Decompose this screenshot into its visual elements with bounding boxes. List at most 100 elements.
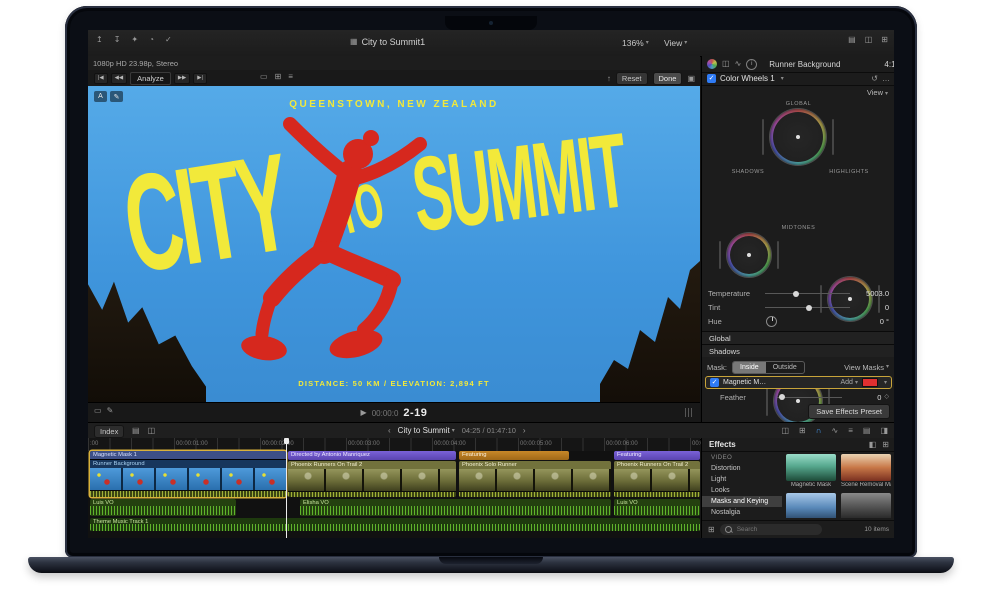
global-color-wheel[interactable] xyxy=(770,109,826,165)
wheel-control-point[interactable] xyxy=(747,253,751,257)
effect-row[interactable]: ✓ Color Wheels 1 ▾ ↺ … xyxy=(702,72,894,86)
tint-value[interactable]: 0 xyxy=(855,303,889,312)
project-selector[interactable]: City to Summit▾ xyxy=(398,426,455,435)
effect-item-4[interactable] xyxy=(841,493,891,518)
keying-icon[interactable]: ✦ xyxy=(131,36,138,44)
save-effects-preset-button[interactable]: Save Effects Preset xyxy=(808,404,890,419)
wheel-view-selector[interactable]: View▾ xyxy=(867,88,888,97)
timeline-toggle-icon[interactable]: ⊞ xyxy=(881,36,888,44)
step-back-icon[interactable]: ◀◀ xyxy=(111,73,127,85)
color-inspector-icon[interactable] xyxy=(707,59,717,69)
saturation-slider[interactable] xyxy=(832,119,834,155)
filter-icon[interactable]: ⊞ xyxy=(708,526,715,534)
draw-tool-chip[interactable]: ✎ xyxy=(110,91,123,102)
shadows-color-wheel[interactable] xyxy=(727,233,771,277)
audio-clip-luis-vo-1[interactable]: Luis VO xyxy=(90,499,236,516)
effect-thumbnail[interactable] xyxy=(841,493,891,518)
effect-enabled-checkbox[interactable]: ✓ xyxy=(707,74,716,83)
feather-value[interactable]: 0 xyxy=(847,393,881,402)
audio-clip-elisha-vo[interactable]: Elisha VO xyxy=(300,499,611,516)
position-tool-icon[interactable]: ⊞ xyxy=(799,427,806,435)
clip-filmstrip[interactable] xyxy=(614,469,700,491)
hue-dial[interactable] xyxy=(766,316,777,327)
wheel-control-point[interactable] xyxy=(796,135,800,139)
clip-phoenix-solo-runner[interactable]: Phoenix Solo Runner xyxy=(459,461,611,497)
share-icon[interactable]: ↑ xyxy=(607,75,611,83)
mask-color-swatch[interactable] xyxy=(862,378,878,387)
clip-filmstrip[interactable] xyxy=(459,469,611,491)
mask-inside-outside-segment[interactable]: Inside Outside xyxy=(732,361,805,374)
grid-view-icon[interactable]: ⊞ xyxy=(882,441,889,449)
category-distortion[interactable]: Distortion xyxy=(702,463,782,474)
duration-icon[interactable]: ◔ xyxy=(149,36,154,44)
reset-button[interactable]: Reset xyxy=(616,72,648,85)
magnetic-mask-clip[interactable]: Magnetic Mask 1 xyxy=(90,451,286,460)
section-global[interactable]: Global xyxy=(702,331,894,344)
effect-scene-removal-mask[interactable]: Scene Removal Mask xyxy=(841,454,891,488)
more-options-icon[interactable]: … xyxy=(882,75,890,83)
next-project-icon[interactable]: › xyxy=(523,427,526,435)
overlay-options-icon[interactable]: ≡ xyxy=(288,73,293,81)
video-inspector-icon[interactable]: ◫ xyxy=(722,60,730,68)
done-button[interactable]: Done xyxy=(653,72,683,85)
text-tool-chip[interactable]: A xyxy=(94,91,107,102)
title-clip-featuring-2[interactable]: Featuring xyxy=(614,451,700,460)
trim-tool-icon[interactable]: ◫ xyxy=(781,427,789,435)
music-clip-theme-track[interactable]: Theme Music Track 1 xyxy=(90,518,700,531)
audio-clip-luis-vo-2[interactable]: Luis VO xyxy=(614,499,700,516)
selected-clip-runner-background[interactable]: Magnetic Mask 1 Runner Background xyxy=(90,451,286,497)
inspector-toggle-icon[interactable]: ◫ xyxy=(865,36,873,44)
download-icon[interactable]: ↧ xyxy=(114,36,121,44)
clip-phoenix-runners-2[interactable]: Phoenix Runners On Trail 2 xyxy=(614,461,700,497)
camera-snapshot-icon[interactable]: ▣ xyxy=(687,75,695,83)
effect-thumbnail[interactable] xyxy=(841,454,891,481)
reset-effect-icon[interactable]: ↺ xyxy=(871,75,878,83)
transitions-browser-icon[interactable]: ◨ xyxy=(880,427,888,435)
category-nostalgia[interactable]: Nostalgia xyxy=(702,507,782,518)
hue-value[interactable]: 0 ° xyxy=(855,317,889,326)
effects-search-field[interactable] xyxy=(720,524,822,535)
effect-thumbnail[interactable] xyxy=(786,454,836,481)
mask-add-selector[interactable]: Add▾ xyxy=(841,379,858,386)
magnetic-mask-row[interactable]: ✓ Magnetic M… Add▾ ▾ xyxy=(705,376,892,389)
audio-inspector-icon[interactable]: ∿ xyxy=(735,60,742,68)
effect-thumbnail[interactable] xyxy=(786,493,836,518)
audio-skimming-icon[interactable]: ∿ xyxy=(832,427,839,435)
analyze-button[interactable]: Analyze xyxy=(130,72,171,85)
view-selector[interactable]: View ▾ xyxy=(664,38,687,48)
effect-item-3[interactable] xyxy=(786,493,836,518)
media-import-icon[interactable]: ↥ xyxy=(96,36,103,44)
section-shadows[interactable]: Shadows xyxy=(702,344,894,357)
audio-meters[interactable] xyxy=(685,408,692,417)
effects-browser-icon[interactable]: ▤ xyxy=(863,427,871,435)
saturation-slider[interactable] xyxy=(777,241,779,269)
title-clip-directed-by[interactable]: Directed by Antonio Manriquez xyxy=(288,451,456,460)
clip-filmstrip[interactable] xyxy=(288,469,456,491)
timeline-ruler[interactable]: :00 00:00:01:00 00:00:02:00 00:00:03:00 … xyxy=(88,438,700,452)
step-forward-icon[interactable]: ▶▶ xyxy=(174,73,190,85)
brightness-slider[interactable] xyxy=(719,241,721,269)
mask-enabled-checkbox[interactable]: ✓ xyxy=(710,378,719,387)
effect-magnetic-mask[interactable]: Magnetic Mask xyxy=(786,454,836,488)
search-input[interactable] xyxy=(735,525,809,534)
mask-inside-button[interactable]: Inside xyxy=(733,362,766,373)
play-button[interactable]: ▶ xyxy=(361,409,367,417)
view-masks-selector[interactable]: View Masks▾ xyxy=(844,363,889,372)
tint-slider[interactable] xyxy=(765,307,850,308)
temperature-slider[interactable] xyxy=(765,293,850,294)
feather-slider[interactable] xyxy=(777,397,842,398)
sidebar-toggle-icon[interactable]: ◧ xyxy=(869,441,877,449)
mask-outside-button[interactable]: Outside xyxy=(766,362,804,373)
playhead[interactable] xyxy=(286,438,287,538)
background-tasks-icon[interactable]: ✓ xyxy=(165,36,172,44)
crop-tool-icon[interactable]: ▭ xyxy=(260,73,268,81)
category-masks-and-keying[interactable]: Masks and Keying xyxy=(702,496,782,507)
browser-layout-icon[interactable]: ▤ xyxy=(848,36,856,44)
category-looks[interactable]: Looks xyxy=(702,485,782,496)
clip-phoenix-runners-1[interactable]: Phoenix Runners On Trail 2 xyxy=(288,461,456,497)
keyframe-icon[interactable]: ◇ xyxy=(884,394,889,400)
category-light[interactable]: Light xyxy=(702,474,782,485)
snapping-magnet-icon[interactable]: ∩ xyxy=(816,427,822,435)
viewer-canvas[interactable]: QUEENSTOWN, NEW ZEALAND CITY TO SUMMIT xyxy=(88,86,700,402)
transform-tool-icon[interactable]: ⊞ xyxy=(275,73,282,81)
